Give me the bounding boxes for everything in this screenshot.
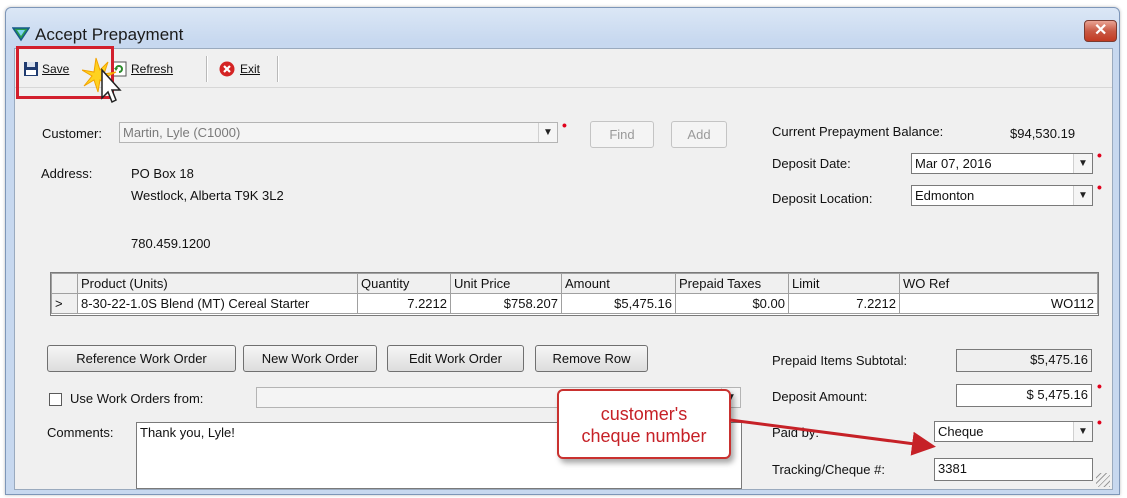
exit-label: Exit: [240, 62, 261, 76]
required-marker: •: [1097, 179, 1102, 195]
deposit-location-label: Deposit Location:: [772, 191, 873, 206]
prepaid-subtotal-value: $5,475.16: [956, 349, 1092, 372]
find-button[interactable]: Find: [590, 121, 654, 148]
toolbar: Save Refresh Exit: [15, 49, 1112, 88]
row-marker: >: [51, 293, 78, 314]
column-header[interactable]: Unit Price: [450, 273, 562, 294]
use-work-orders-label: Use Work Orders from:: [70, 391, 204, 406]
table-row[interactable]: > 8-30-22-1.0S Blend (MT) Cereal Starter…: [51, 293, 1098, 314]
prepayment-balance-value: $94,530.19: [1010, 126, 1076, 141]
exit-button[interactable]: Exit: [219, 58, 260, 80]
cell-amount[interactable]: $5,475.16: [561, 293, 676, 314]
required-marker: •: [1097, 147, 1102, 163]
annotation-line2: cheque number: [581, 426, 707, 446]
app-triangle-icon: [12, 27, 30, 42]
toolbar-separator: [277, 56, 279, 82]
phone-number: 780.459.1200: [131, 236, 211, 251]
cell-wo-ref[interactable]: WO112: [899, 293, 1098, 314]
customer-value: Martin, Lyle (C1000): [123, 125, 241, 140]
cell-limit[interactable]: 7.2212: [788, 293, 900, 314]
table-header-row: Product (Units) Quantity Unit Price Amou…: [51, 273, 1098, 294]
deposit-date-picker[interactable]: Mar 07, 2016 ▼: [911, 153, 1093, 174]
cell-unit-price[interactable]: $758.207: [450, 293, 562, 314]
chevron-down-icon[interactable]: ▼: [1073, 154, 1092, 173]
reference-work-order-button[interactable]: Reference Work Order: [47, 345, 236, 372]
address-line2: Westlock, Alberta T9K 3L2: [131, 188, 284, 203]
annotation-line1: customer's: [600, 404, 688, 424]
address-line1: PO Box 18: [131, 166, 194, 181]
annotation-arrow-icon: [729, 418, 936, 456]
column-header[interactable]: Product (Units): [77, 273, 358, 294]
window-title: Accept Prepayment: [35, 25, 184, 44]
edit-work-order-button[interactable]: Edit Work Order: [387, 345, 524, 372]
close-button[interactable]: ✕: [1084, 20, 1117, 42]
deposit-date-label: Deposit Date:: [772, 156, 851, 171]
chevron-down-icon[interactable]: ▼: [1073, 186, 1092, 205]
cell-prepaid-taxes[interactable]: $0.00: [675, 293, 789, 314]
column-header[interactable]: WO Ref: [899, 273, 1098, 294]
click-cursor-icon: [82, 57, 122, 104]
required-marker: •: [1097, 414, 1102, 430]
customer-label: Customer:: [42, 126, 102, 141]
required-marker: •: [1097, 378, 1102, 394]
cell-product[interactable]: 8-30-22-1.0S Blend (MT) Cereal Starter: [77, 293, 358, 314]
annotation-callout: customer's cheque number: [557, 389, 731, 459]
refresh-label: Refresh: [131, 62, 174, 76]
prepaid-subtotal-label: Prepaid Items Subtotal:: [772, 353, 908, 368]
deposit-amount-input[interactable]: $ 5,475.16: [956, 384, 1092, 407]
deposit-amount-label: Deposit Amount:: [772, 389, 868, 404]
required-marker: •: [562, 117, 567, 133]
resize-grip-icon[interactable]: [1096, 473, 1110, 487]
cell-quantity[interactable]: 7.2212: [357, 293, 451, 314]
comments-label: Comments:: [47, 425, 114, 440]
column-header[interactable]: Amount: [561, 273, 676, 294]
remove-row-button[interactable]: Remove Row: [535, 345, 648, 372]
toolbar-separator: [206, 56, 208, 82]
add-button[interactable]: Add: [671, 121, 727, 148]
column-header[interactable]: Prepaid Taxes: [675, 273, 789, 294]
prepayment-balance-label: Current Prepayment Balance:: [772, 124, 944, 139]
deposit-location-select[interactable]: Edmonton ▼: [911, 185, 1093, 206]
column-header[interactable]: Limit: [788, 273, 900, 294]
paid-by-select[interactable]: Cheque ▼: [934, 421, 1093, 442]
title-bar: Accept Prepayment ✕: [6, 8, 1119, 48]
new-work-order-button[interactable]: New Work Order: [243, 345, 377, 372]
tracking-cheque-input[interactable]: 3381: [934, 458, 1093, 481]
address-label: Address:: [41, 166, 93, 181]
tracking-cheque-label: Tracking/Cheque #:: [772, 462, 885, 477]
deposit-date-value: Mar 07, 2016: [915, 156, 992, 171]
exit-icon: [219, 61, 235, 77]
close-icon: ✕: [1094, 22, 1108, 39]
chevron-down-icon[interactable]: ▼: [1073, 422, 1092, 441]
use-work-orders-checkbox[interactable]: [49, 393, 62, 406]
deposit-location-value: Edmonton: [915, 188, 975, 203]
prepayment-items-table[interactable]: Product (Units) Quantity Unit Price Amou…: [50, 272, 1099, 316]
row-marker-header: [51, 273, 78, 294]
customer-combobox[interactable]: Martin, Lyle (C1000) ▼: [119, 122, 558, 143]
chevron-down-icon[interactable]: ▼: [538, 123, 557, 142]
column-header[interactable]: Quantity: [357, 273, 451, 294]
